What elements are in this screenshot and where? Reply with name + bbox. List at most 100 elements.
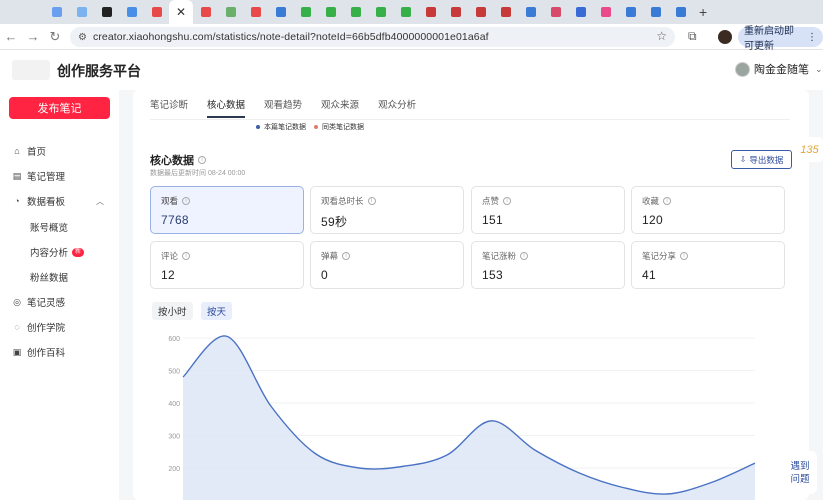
chevron-down-icon: ⌄ — [815, 63, 823, 74]
browser-tab[interactable] — [193, 0, 218, 24]
note-icon: ▤ — [12, 171, 22, 181]
sidebar-item-label: 数据看板 — [27, 197, 66, 208]
browser-tab[interactable] — [493, 0, 518, 24]
sidebar-item-account-overview[interactable]: 账号概览 — [30, 218, 130, 236]
tab-favicon-icon — [275, 7, 286, 17]
tab-favicon-icon — [650, 7, 661, 17]
browser-tab[interactable] — [518, 0, 543, 24]
close-tab-icon[interactable]: ✕ — [176, 5, 186, 19]
sidebar-item-label: 笔记管理 — [27, 172, 66, 183]
browser-tab[interactable] — [643, 0, 668, 24]
tab-favicon-icon — [126, 7, 137, 17]
browser-tab[interactable] — [293, 0, 318, 24]
tab-favicon-icon — [525, 7, 536, 17]
browser-tab[interactable] — [69, 0, 94, 24]
browser-tab[interactable] — [144, 0, 169, 24]
help-button[interactable]: 遇到 问题 — [783, 451, 817, 494]
sidebar-item-home[interactable]: ⌂ 首页 — [12, 142, 112, 160]
browser-tab[interactable] — [593, 0, 618, 24]
home-icon: ⌂ — [14, 146, 20, 156]
browser-tab[interactable] — [393, 0, 418, 24]
side-widget-icon[interactable]: 135 — [796, 137, 823, 162]
academy-icon: ◌ — [14, 322, 20, 332]
browser-tab[interactable] — [318, 0, 343, 24]
user-avatar — [735, 61, 750, 77]
forward-icon[interactable]: → — [22, 29, 44, 44]
tab-favicon-icon — [101, 7, 112, 17]
browser-tab[interactable] — [44, 0, 69, 24]
tab-favicon-icon — [151, 7, 162, 17]
browser-tab-strip: ✕ + — [0, 0, 823, 24]
tab-favicon-icon — [350, 7, 361, 17]
url-text: creator.xiaohongshu.com/statistics/note-… — [92, 31, 489, 43]
sidebar-item-academy[interactable]: ◌ 创作学院 — [12, 318, 112, 336]
browser-tab[interactable] — [568, 0, 593, 24]
y-tick-label: 500 — [168, 369, 180, 376]
reload-icon[interactable]: ↻ — [44, 29, 66, 45]
tab-favicon-icon — [575, 7, 586, 17]
app-header: 创作服务平台 陶金金随笔 ⌄ — [0, 50, 823, 90]
sidebar-item-note-management[interactable]: ▤ 笔记管理 — [12, 167, 112, 185]
tab-favicon-icon — [225, 7, 236, 17]
sidebar-item-dashboard[interactable]: ◔ 数据看板 ︿ — [12, 192, 112, 210]
browser-tab-active[interactable]: ✕ — [169, 0, 193, 24]
help-label: 遇到 问题 — [790, 460, 809, 486]
bookmark-star-icon[interactable]: ☆ — [656, 29, 667, 43]
username: 陶金金随笔 — [754, 64, 809, 76]
main-panel: 笔记诊断 核心数据 观看趋势 观众来源 观众分析 本篇笔记数据 同类笔记数据 核… — [133, 90, 809, 500]
browser-tab[interactable] — [668, 0, 693, 24]
update-button[interactable]: 重新启动即可更新 ⋮ — [738, 26, 823, 52]
dashboard-icon: ◔ — [14, 196, 20, 206]
new-tab-icon[interactable]: + — [699, 4, 707, 20]
more-menu-icon[interactable]: ⋮ — [807, 32, 817, 43]
inspiration-icon: ◎ — [13, 297, 21, 307]
browser-tab[interactable] — [543, 0, 568, 24]
tab-favicon-icon — [425, 7, 436, 17]
sidebar-item-inspiration[interactable]: ◎ 笔记灵感 — [12, 293, 112, 311]
tab-favicon-icon — [200, 7, 211, 17]
browser-tab[interactable] — [468, 0, 493, 24]
y-tick-label: 400 — [168, 401, 180, 408]
back-icon[interactable]: ← — [0, 29, 22, 44]
sidebar: 发布笔记 ⌂ 首页 ▤ 笔记管理 ◔ 数据看板 ︿ 账号概览 内容分析 新 粉丝… — [0, 90, 119, 500]
views-trend-chart: 600 500 400 300 200 — [168, 335, 756, 500]
browser-tab[interactable] — [618, 0, 643, 24]
sidebar-item-label: 创作学院 — [27, 323, 66, 334]
update-label: 重新启动即可更新 — [744, 26, 794, 52]
browser-tab[interactable] — [218, 0, 243, 24]
y-tick-label: 200 — [168, 466, 180, 473]
browser-tab[interactable] — [418, 0, 443, 24]
platform-title: 创作服务平台 — [57, 63, 141, 79]
sidebar-item-label: 笔记灵感 — [27, 298, 66, 309]
browser-tab[interactable] — [343, 0, 368, 24]
browser-toolbar: ← → ↻ ⚙ creator.xiaohongshu.com/statisti… — [0, 24, 823, 52]
user-menu[interactable]: 陶金金随笔 ⌄ — [735, 61, 823, 77]
browser-tab[interactable] — [443, 0, 468, 24]
chevron-up-icon: ︿ — [96, 196, 104, 206]
tab-favicon-icon — [625, 7, 636, 17]
sidebar-item-wiki[interactable]: ▣ 创作百科 — [12, 343, 112, 361]
tab-favicon-icon — [76, 7, 87, 17]
address-bar[interactable]: ⚙ creator.xiaohongshu.com/statistics/not… — [70, 27, 675, 47]
sidebar-item-fan-data[interactable]: 粉丝数据 — [30, 268, 130, 286]
y-tick-label: 600 — [168, 336, 180, 343]
tab-favicon-icon — [600, 7, 611, 17]
sidebar-item-label: 账号概览 — [30, 223, 69, 234]
browser-tab[interactable] — [268, 0, 293, 24]
browser-tab[interactable] — [119, 0, 144, 24]
tab-favicon-icon — [550, 7, 561, 17]
site-info-icon[interactable]: ⚙ — [78, 32, 87, 43]
tab-favicon-icon — [500, 7, 511, 17]
extensions-icon[interactable]: ⧉ — [688, 29, 697, 44]
browser-tab[interactable] — [94, 0, 119, 24]
browser-tab[interactable] — [368, 0, 393, 24]
publish-note-button[interactable]: 发布笔记 — [9, 97, 110, 119]
sidebar-item-label: 创作百科 — [27, 348, 66, 359]
logo[interactable] — [12, 60, 50, 80]
area-fill — [183, 335, 755, 500]
browser-tab[interactable] — [243, 0, 268, 24]
wiki-icon: ▣ — [12, 347, 22, 357]
sidebar-item-label: 内容分析 — [30, 248, 69, 259]
profile-avatar[interactable] — [718, 30, 732, 44]
sidebar-item-content-analysis[interactable]: 内容分析 新 — [30, 243, 130, 261]
